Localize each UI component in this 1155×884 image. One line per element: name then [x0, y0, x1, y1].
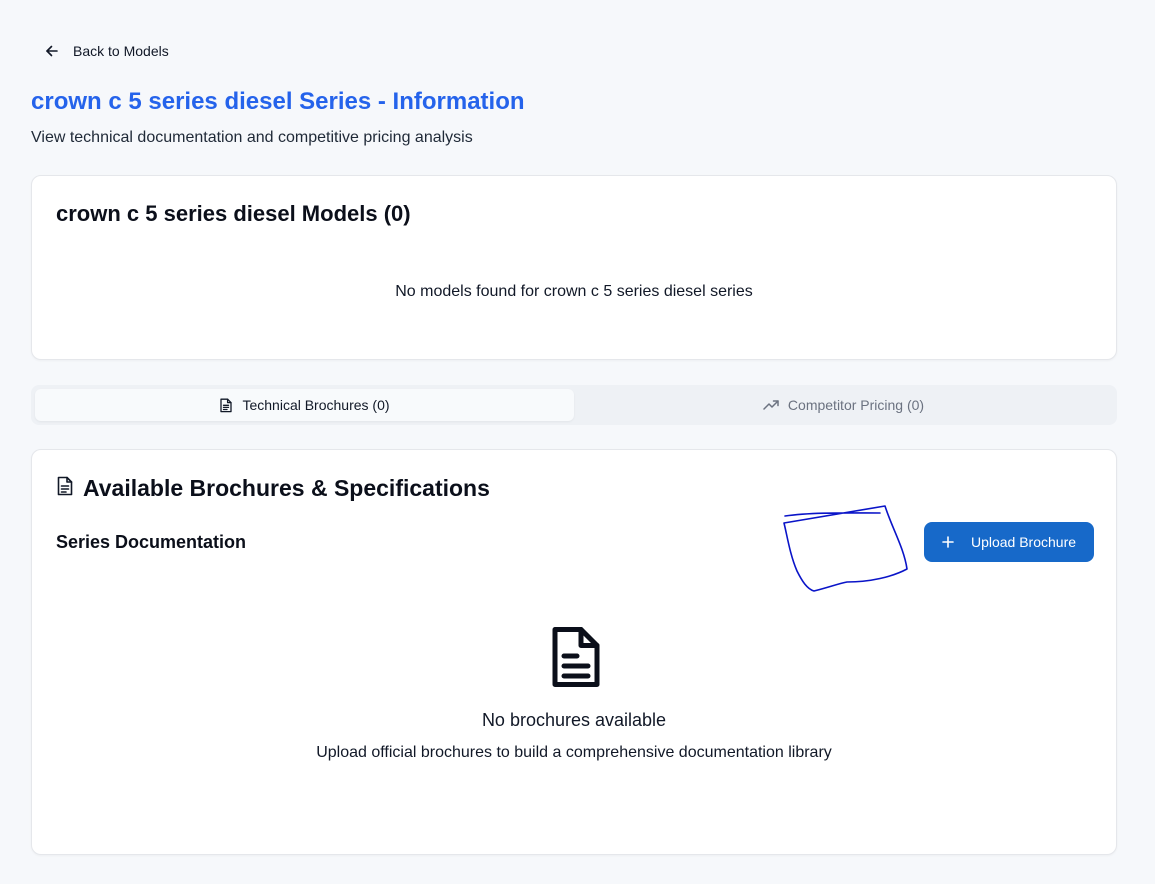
plus-icon — [942, 536, 954, 548]
hand-drawn-annotation — [783, 505, 908, 592]
back-to-models-link[interactable]: Back to Models — [44, 38, 169, 64]
models-empty-message: No models found for crown c 5 series die… — [395, 283, 753, 300]
file-text-icon — [219, 398, 233, 413]
trending-up-icon — [763, 399, 779, 411]
tab-competitor-pricing-label: Competitor Pricing (0) — [787, 397, 925, 413]
page-title: crown c 5 series diesel Series - Informa… — [31, 88, 525, 115]
tab-technical-brochures-label: Technical Brochures (0) — [242, 397, 390, 413]
page-subtitle: View technical documentation and competi… — [31, 129, 473, 146]
tab-list: Technical Brochures (0) Competitor Prici… — [31, 385, 1117, 425]
empty-brochures-description: Upload official brochures to build a com… — [316, 744, 832, 761]
tab-technical-brochures[interactable]: Technical Brochures (0) — [35, 389, 574, 421]
upload-brochure-button[interactable]: Upload Brochure — [924, 522, 1094, 562]
arrow-left-icon — [44, 43, 60, 59]
brochures-title: Available Brochures & Specifications — [83, 475, 490, 501]
upload-brochure-label: Upload Brochure — [970, 534, 1077, 550]
back-to-models-label: Back to Models — [73, 43, 169, 59]
empty-brochures-title: No brochures available — [481, 710, 667, 730]
models-title: crown c 5 series diesel Models (0) — [56, 201, 411, 226]
tab-competitor-pricing[interactable]: Competitor Pricing (0) — [574, 389, 1113, 421]
file-text-icon — [56, 476, 74, 501]
brochures-card: Available Brochures & Specifications Ser… — [31, 449, 1117, 855]
models-card: crown c 5 series diesel Models (0) No mo… — [31, 175, 1117, 360]
file-text-icon — [548, 626, 602, 693]
brochures-header: Available Brochures & Specifications — [56, 475, 490, 502]
series-documentation-heading: Series Documentation — [56, 532, 247, 552]
